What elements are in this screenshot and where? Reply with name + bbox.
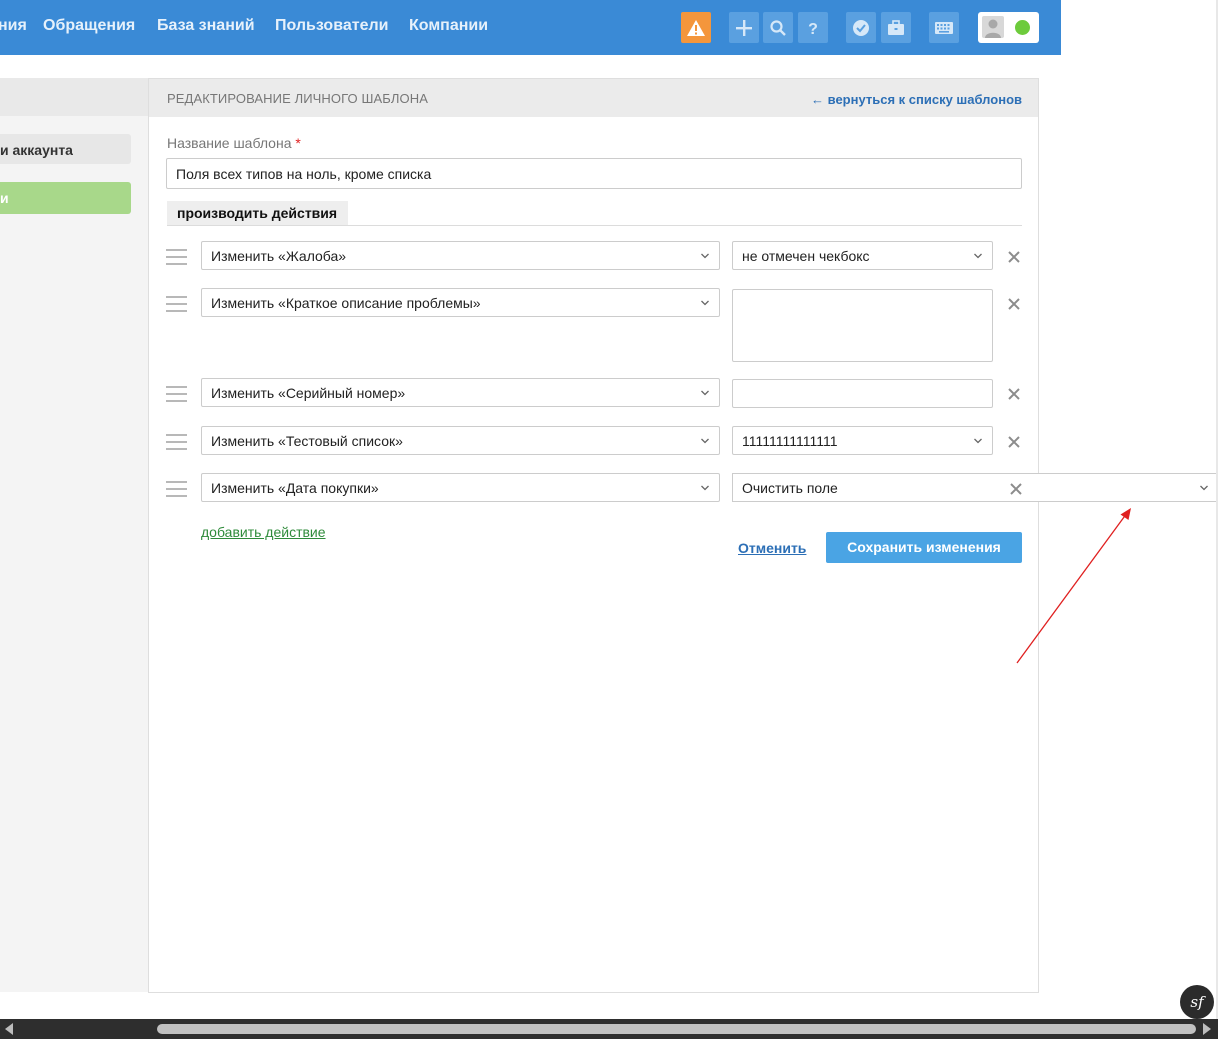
search-icon — [770, 19, 786, 36]
chevron-down-icon — [701, 438, 709, 444]
help-icon: ? — [808, 21, 818, 37]
keyboard-button[interactable] — [929, 12, 959, 43]
template-edit-panel: РЕДАКТИРОВАНИЕ ЛИЧНОГО ШАБЛОНА ← вернуть… — [148, 78, 1039, 993]
chevron-down-icon — [1200, 485, 1208, 491]
chevron-down-icon — [974, 253, 982, 259]
save-changes-button[interactable]: Сохранить изменения — [826, 532, 1022, 563]
sidebar-item-active[interactable]: и — [0, 182, 131, 214]
plus-icon — [736, 19, 752, 36]
action-field-select[interactable]: Изменить «Краткое описание проблемы» — [201, 288, 720, 317]
action-value-select-value: не отмечен чекбокс — [742, 248, 870, 264]
user-menu-button[interactable] — [978, 12, 1039, 43]
symfony-logo-icon: sf — [1190, 993, 1204, 1011]
sidebar-item-account[interactable]: и аккаунта — [0, 134, 131, 164]
top-navigation-bar: ния Обращения База знаний Пользователи К… — [0, 0, 1061, 55]
symfony-toolbar-toggle[interactable]: sf — [1180, 985, 1214, 1019]
help-button[interactable]: ? — [798, 12, 828, 43]
action-field-select-value: Изменить «Серийный номер» — [211, 385, 406, 401]
delete-action-icon[interactable] — [1007, 387, 1021, 401]
sidebar: и аккаунта и — [0, 78, 149, 992]
action-field-select-value: Изменить «Жалоба» — [211, 248, 347, 264]
drag-handle-icon[interactable] — [166, 249, 187, 265]
template-name-label-text: Название шаблона — [167, 135, 292, 151]
shield-check-icon — [853, 19, 869, 36]
required-mark: * — [295, 135, 301, 151]
action-value-input[interactable] — [732, 379, 993, 408]
template-name-input[interactable] — [166, 158, 1022, 189]
action-field-select-value: Изменить «Тестовый список» — [211, 433, 403, 449]
screen: ния Обращения База знаний Пользователи К… — [0, 0, 1218, 1039]
action-value-select[interactable]: 11111111111111 — [732, 426, 993, 455]
add-action-link[interactable]: добавить действие — [201, 524, 326, 540]
action-field-select[interactable]: Изменить «Серийный номер» — [201, 378, 720, 407]
chevron-down-icon — [974, 438, 982, 444]
drag-handle-icon[interactable] — [166, 296, 187, 312]
drag-handle-icon[interactable] — [166, 386, 187, 402]
action-value-select-value: 11111111111111 — [742, 433, 838, 449]
search-button[interactable] — [763, 12, 793, 43]
action-value-select[interactable]: не отмечен чекбокс — [732, 241, 993, 270]
scroll-right-icon[interactable] — [1202, 1023, 1212, 1035]
nav-item-tickets[interactable]: Обращения — [43, 17, 135, 35]
nav-item-partial[interactable]: ния — [0, 17, 27, 35]
section-divider — [167, 225, 1022, 226]
online-status-indicator — [1015, 20, 1030, 35]
action-value-select-value: Очистить поле — [742, 480, 838, 496]
action-value-select-overflow[interactable]: Очистить поле — [732, 473, 1216, 502]
chevron-down-icon — [701, 485, 709, 491]
sidebar-header — [0, 78, 149, 116]
page-title: РЕДАКТИРОВАНИЕ ЛИЧНОГО ШАБЛОНА — [167, 91, 428, 106]
chevron-down-icon — [701, 253, 709, 259]
chevron-down-icon — [701, 300, 709, 306]
avatar — [982, 16, 1004, 38]
back-to-templates-link[interactable]: ← вернуться к списку шаблонов — [811, 92, 1022, 107]
action-field-select-value: Изменить «Дата покупки» — [211, 480, 379, 496]
drag-handle-icon[interactable] — [166, 434, 187, 450]
action-field-select[interactable]: Изменить «Жалоба» — [201, 241, 720, 270]
add-button[interactable] — [729, 12, 759, 43]
action-field-select[interactable]: Изменить «Тестовый список» — [201, 426, 720, 455]
svg-text:?: ? — [808, 21, 818, 37]
scrollbar-thumb[interactable] — [157, 1024, 1196, 1034]
briefcase-button[interactable] — [881, 12, 911, 43]
warning-button[interactable] — [681, 12, 711, 43]
cancel-link[interactable]: Отменить — [738, 540, 806, 556]
annotation-arrow — [1016, 508, 1131, 664]
warning-icon — [687, 19, 705, 36]
action-field-select-value: Изменить «Краткое описание проблемы» — [211, 295, 481, 311]
nav-item-companies[interactable]: Компании — [409, 17, 488, 35]
user-icon — [985, 19, 1001, 38]
chevron-down-icon — [701, 390, 709, 396]
drag-handle-icon[interactable] — [166, 481, 187, 497]
keyboard-icon — [935, 21, 953, 34]
panel-header: РЕДАКТИРОВАНИЕ ЛИЧНОГО ШАБЛОНА ← вернуть… — [149, 79, 1038, 117]
template-name-label: Название шаблона * — [167, 135, 301, 151]
delete-action-icon[interactable] — [1007, 435, 1021, 449]
briefcase-icon — [888, 19, 904, 35]
scroll-left-icon[interactable] — [4, 1023, 14, 1035]
nav-item-knowledge-base[interactable]: База знаний — [157, 17, 255, 35]
delete-action-icon[interactable] — [1007, 297, 1021, 311]
nav-item-users[interactable]: Пользователи — [275, 17, 388, 35]
action-value-textarea[interactable] — [732, 289, 993, 362]
delete-action-icon[interactable] — [1009, 482, 1023, 496]
action-field-select[interactable]: Изменить «Дата покупки» — [201, 473, 720, 502]
section-tab-actions[interactable]: производить действия — [167, 201, 349, 226]
horizontal-scrollbar[interactable] — [0, 1019, 1218, 1039]
verified-button[interactable] — [846, 12, 876, 43]
delete-action-icon[interactable] — [1007, 250, 1021, 264]
